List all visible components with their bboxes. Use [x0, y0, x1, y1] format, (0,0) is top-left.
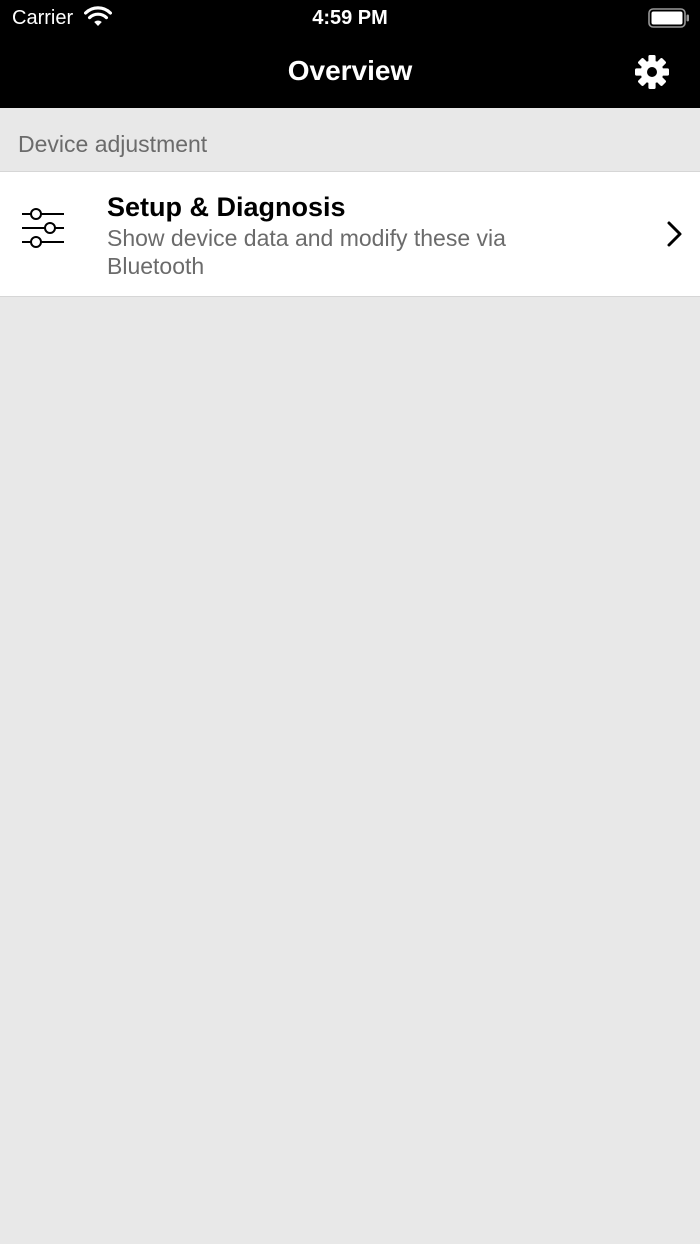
chevron-right-icon	[667, 221, 682, 247]
item-title: Setup & Diagnosis	[107, 192, 346, 222]
settings-button[interactable]	[630, 50, 674, 94]
sliders-icon	[22, 208, 64, 248]
battery-icon	[648, 8, 689, 28]
navigation-bar: Overview	[0, 36, 700, 108]
item-subtitle: Show device data and modify these via Bl…	[107, 225, 506, 279]
section-header: Device adjustment	[18, 131, 208, 157]
screen: Carrier 4:59 PM Overview Device adjustme…	[0, 0, 700, 1244]
page-title: Overview	[287, 55, 413, 86]
setup-diagnosis-row[interactable]: Setup & Diagnosis Show device data and m…	[0, 171, 700, 297]
status-bar: Carrier 4:59 PM	[0, 0, 700, 36]
clock: 4:59 PM	[312, 7, 388, 29]
gear-icon	[635, 55, 669, 89]
